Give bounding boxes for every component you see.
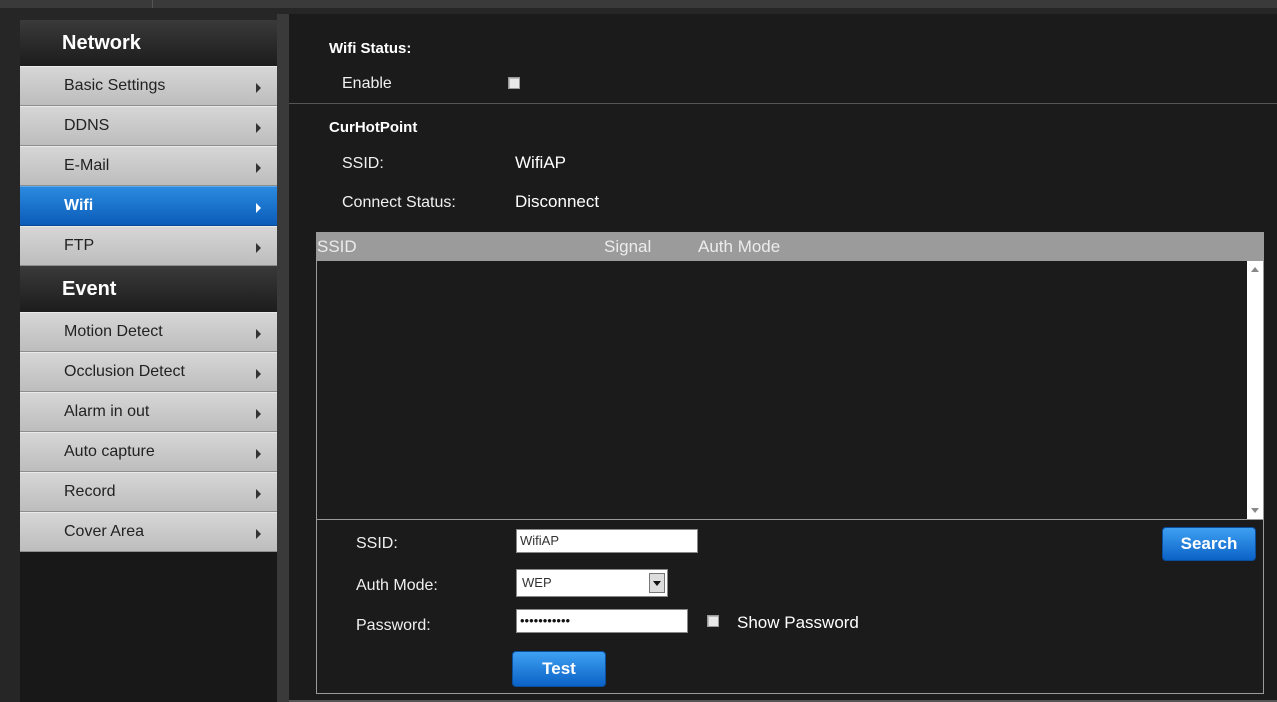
sidebar-item-ftp[interactable]: FTP xyxy=(20,226,277,266)
sidebar-item-label: Alarm in out xyxy=(64,403,150,420)
enable-checkbox[interactable] xyxy=(508,77,520,89)
top-strip-tick xyxy=(152,0,153,8)
column-header-auth-mode[interactable]: Auth Mode xyxy=(698,237,780,257)
scroll-up-icon[interactable] xyxy=(1251,267,1259,272)
sidebar: Network Basic Settings DDNS E-Mail Wifi … xyxy=(20,20,280,702)
chevron-right-icon xyxy=(256,163,261,173)
password-input[interactable]: ••••••••••• xyxy=(516,609,688,633)
chevron-right-icon xyxy=(256,243,261,253)
form-ssid-label: SSID: xyxy=(356,535,398,552)
sidebar-item-motion-detect[interactable]: Motion Detect xyxy=(20,312,277,352)
network-list-panel: SSID Signal Auth Mode SSID: WifiAP Searc… xyxy=(316,232,1264,694)
show-password-label: Show Password xyxy=(737,613,859,632)
chevron-right-icon xyxy=(256,203,261,213)
top-strip xyxy=(0,0,1277,8)
section-header-network: Network xyxy=(20,20,277,66)
sidebar-item-label: Cover Area xyxy=(64,523,145,540)
cur-ssid-label: SSID: xyxy=(342,155,384,172)
column-header-signal[interactable]: Signal xyxy=(604,237,651,257)
sidebar-item-cover-area[interactable]: Cover Area xyxy=(20,512,277,552)
sidebar-item-ddns[interactable]: DDNS xyxy=(20,106,277,146)
sidebar-item-label: Record xyxy=(64,483,116,500)
chevron-right-icon xyxy=(256,123,261,133)
chevron-right-icon xyxy=(256,329,261,339)
section-separator xyxy=(289,103,1277,104)
auth-mode-value: WEP xyxy=(522,575,552,590)
connect-status-value: Disconnect xyxy=(515,192,600,211)
network-list-scrollbar[interactable] xyxy=(1247,261,1263,519)
auth-mode-label: Auth Mode: xyxy=(356,577,438,594)
sidebar-item-label: DDNS xyxy=(64,117,110,134)
section-header-event: Event xyxy=(20,266,277,312)
test-button[interactable]: Test xyxy=(512,651,606,687)
sidebar-item-label: FTP xyxy=(64,237,95,254)
sidebar-item-wifi[interactable]: Wifi xyxy=(20,186,277,226)
main-content: Wifi Status: Enable CurHotPoint SSID: Wi… xyxy=(289,14,1277,702)
scroll-down-icon[interactable] xyxy=(1251,508,1259,513)
sidebar-item-alarm-in-out[interactable]: Alarm in out xyxy=(20,392,277,432)
sidebar-item-auto-capture[interactable]: Auto capture xyxy=(20,432,277,472)
column-header-ssid[interactable]: SSID xyxy=(317,237,357,257)
password-label: Password: xyxy=(356,617,431,634)
chevron-right-icon xyxy=(256,489,261,499)
enable-label: Enable xyxy=(342,75,392,92)
chevron-right-icon xyxy=(256,83,261,93)
network-table-header: SSID Signal Auth Mode xyxy=(317,233,1263,261)
sidebar-item-label: Wifi xyxy=(64,197,94,214)
sidebar-item-label: Auto capture xyxy=(64,443,155,460)
chevron-right-icon xyxy=(256,369,261,379)
show-password-checkbox[interactable] xyxy=(707,615,719,627)
chevron-right-icon xyxy=(256,409,261,419)
wifi-status-title: Wifi Status: xyxy=(329,40,412,57)
ssid-input[interactable]: WifiAP xyxy=(516,529,698,553)
sidebar-item-label: Basic Settings xyxy=(64,77,166,94)
curhotpoint-title: CurHotPoint xyxy=(329,119,418,136)
panel-divider xyxy=(277,14,289,702)
sidebar-item-label: Motion Detect xyxy=(64,323,163,340)
sidebar-item-label: E-Mail xyxy=(64,157,110,174)
cur-ssid-value: WifiAP xyxy=(515,153,566,172)
auth-mode-select[interactable]: WEP xyxy=(516,569,668,597)
sidebar-item-record[interactable]: Record xyxy=(20,472,277,512)
sidebar-item-label: Occlusion Detect xyxy=(64,363,185,380)
sidebar-item-email[interactable]: E-Mail xyxy=(20,146,277,186)
form-separator xyxy=(317,519,1263,520)
search-button[interactable]: Search xyxy=(1162,527,1256,561)
sidebar-item-basic-settings[interactable]: Basic Settings xyxy=(20,66,277,106)
chevron-right-icon xyxy=(256,449,261,459)
chevron-right-icon xyxy=(256,529,261,539)
sidebar-item-occlusion-detect[interactable]: Occlusion Detect xyxy=(20,352,277,392)
connect-status-label: Connect Status: xyxy=(342,194,456,211)
chevron-down-icon[interactable] xyxy=(649,573,665,593)
